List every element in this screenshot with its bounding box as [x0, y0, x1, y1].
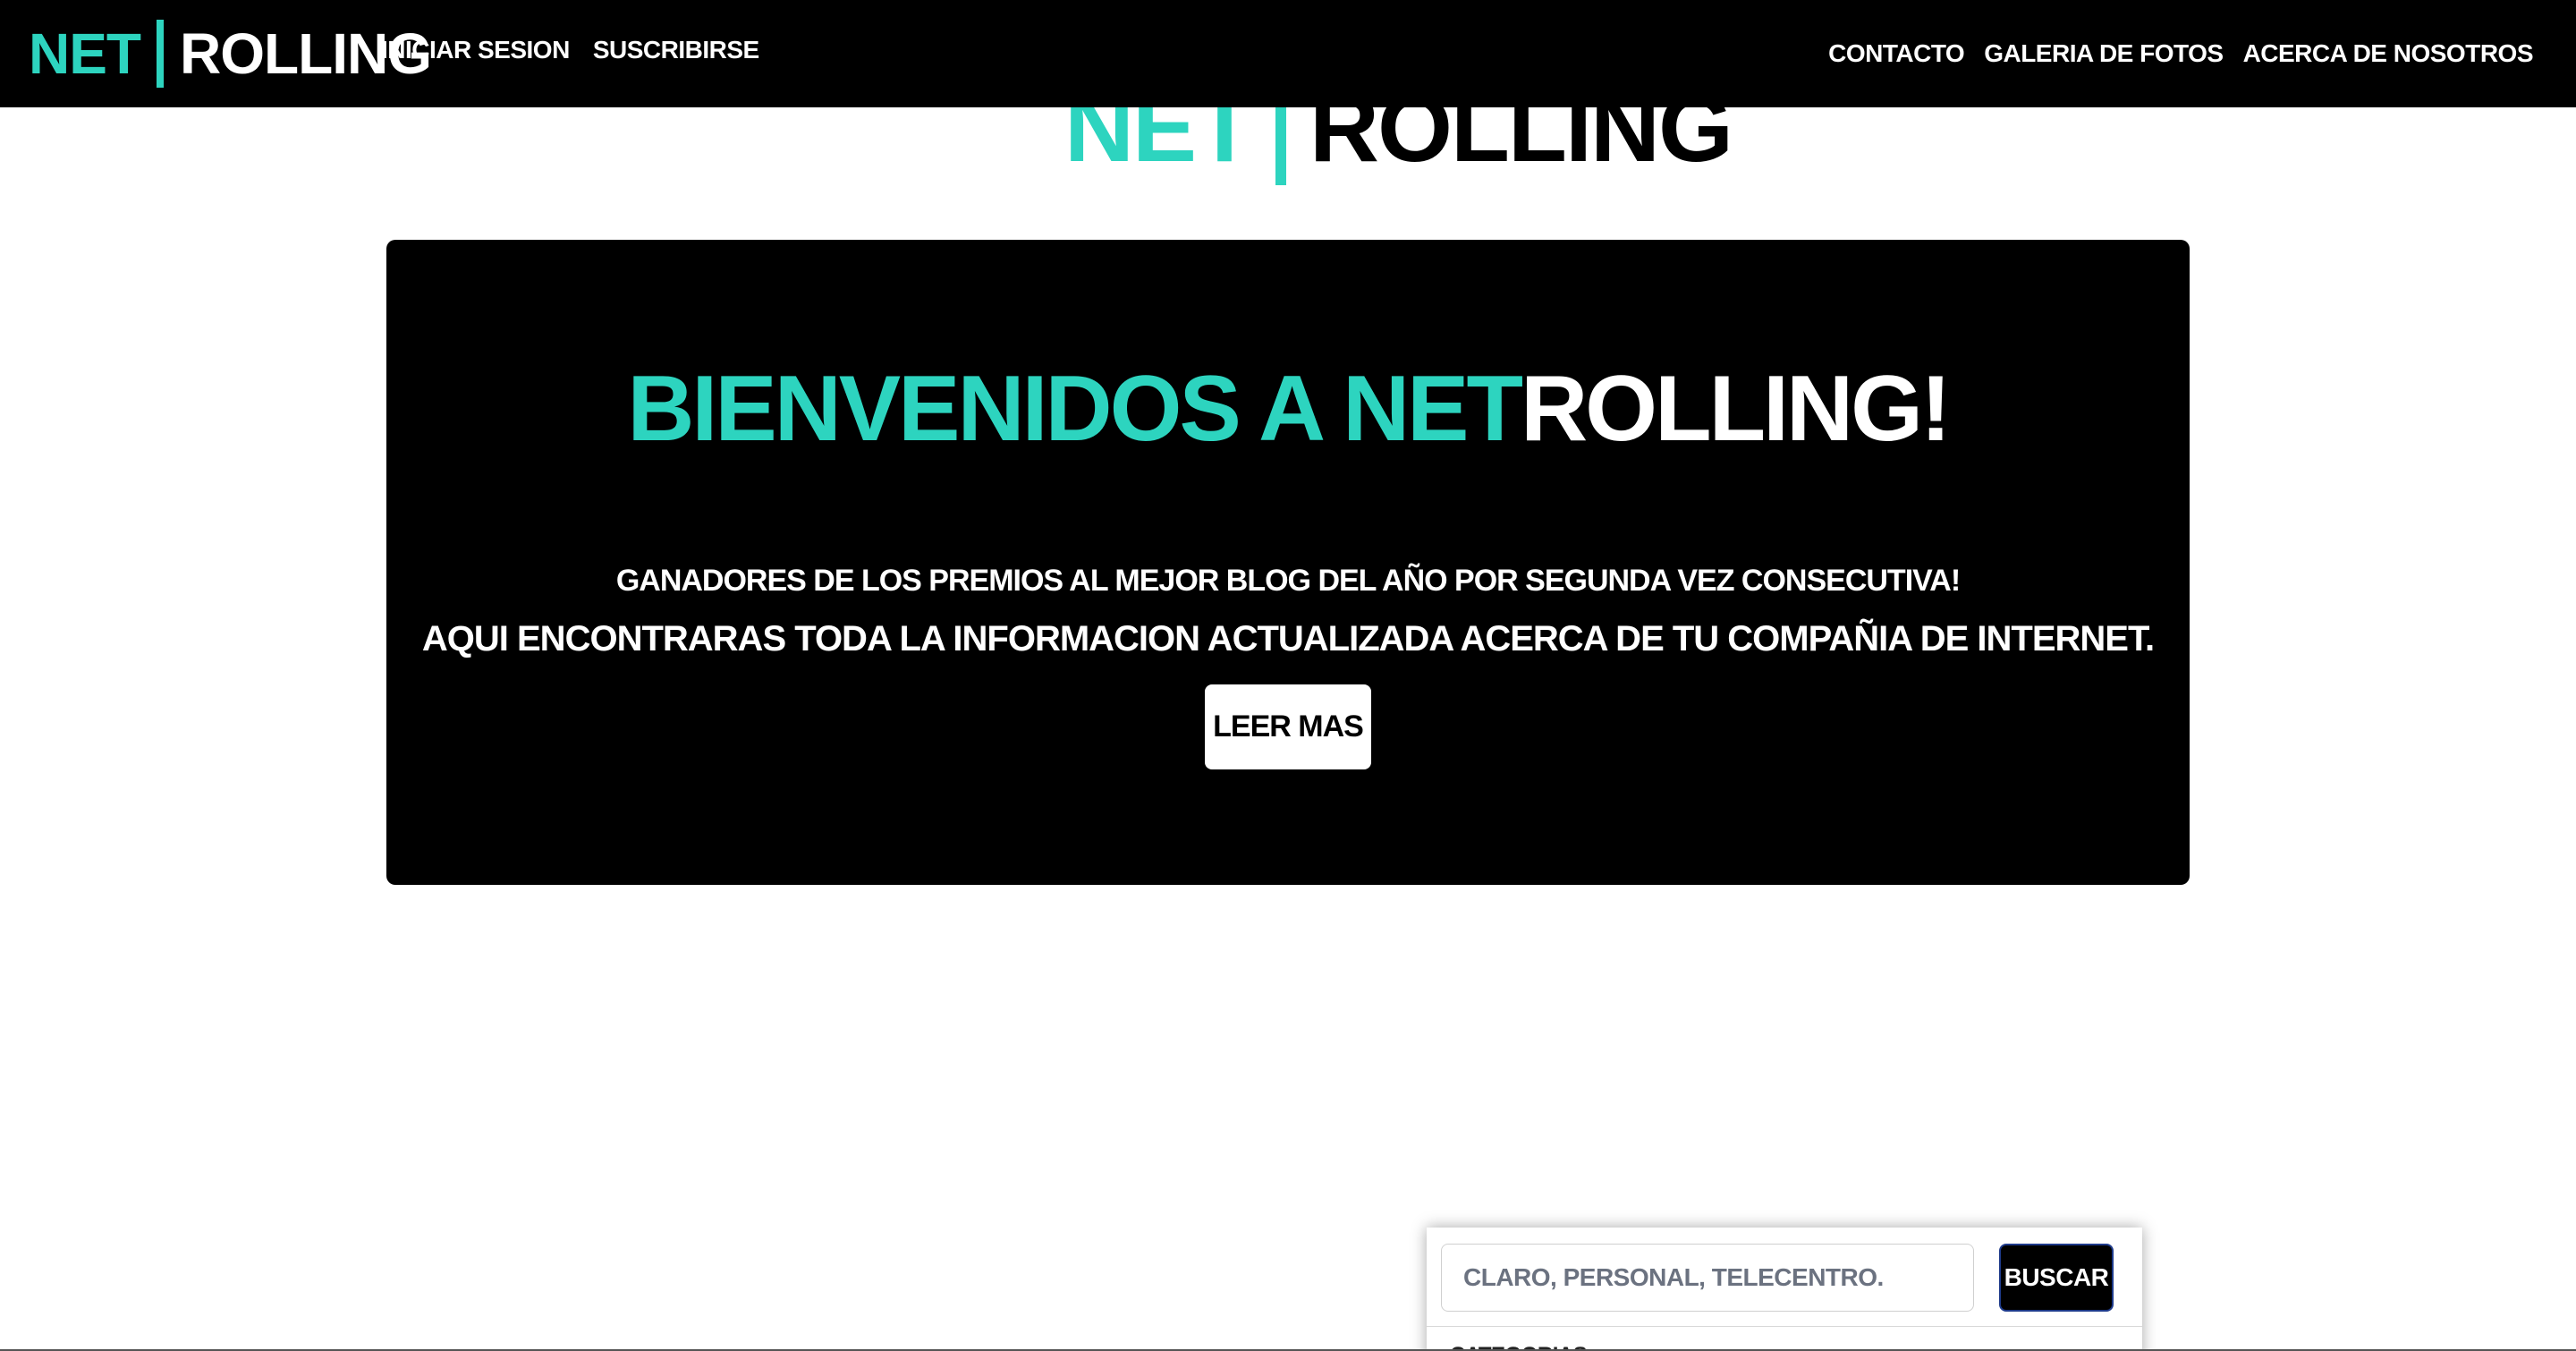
welcome-jumbotron: BIENVENIDOS A NETROLLING! GANADORES DE L… [386, 240, 2190, 885]
login-link[interactable]: INICIAR SESION [381, 36, 570, 64]
brand-logo[interactable]: NET ROLLING [29, 16, 432, 91]
categories-header: CATEGORIAS [1427, 1326, 2142, 1351]
search-input[interactable] [1441, 1244, 1974, 1312]
brand-divider [157, 20, 164, 88]
search-button[interactable]: BUSCAR [1999, 1244, 2114, 1312]
awards-text: GANADORES DE LOS PREMIOS AL MEJOR BLOG D… [615, 564, 1961, 598]
welcome-title: BIENVENIDOS A NETROLLING! [386, 356, 2190, 463]
top-navbar: NET ROLLING INICIAR SESION SUSCRIBIRSE C… [0, 0, 2576, 107]
read-more-button[interactable]: LEER MAS [1205, 684, 1371, 769]
welcome-title-rest: ROLLING! [1521, 357, 1952, 461]
search-card: BUSCAR CATEGORIAS [1427, 1228, 2142, 1351]
gallery-link[interactable]: GALERIA DE FOTOS [1984, 39, 2224, 68]
welcome-title-accent: BIENVENIDOS A NET [627, 357, 1523, 461]
info-text: AQUI ENCONTRARAS TODA LA INFORMACION ACT… [421, 619, 2155, 659]
nav-left-links: INICIAR SESION SUSCRIBIRSE [381, 36, 759, 64]
subscribe-link[interactable]: SUSCRIBIRSE [593, 36, 759, 64]
nav-right-links: CONTACTO GALERIA DE FOTOS ACERCA DE NOSO… [1828, 39, 2533, 68]
contact-link[interactable]: CONTACTO [1828, 39, 1965, 68]
brand-net: NET [29, 21, 141, 86]
about-link[interactable]: ACERCA DE NOSOTROS [2243, 39, 2534, 68]
